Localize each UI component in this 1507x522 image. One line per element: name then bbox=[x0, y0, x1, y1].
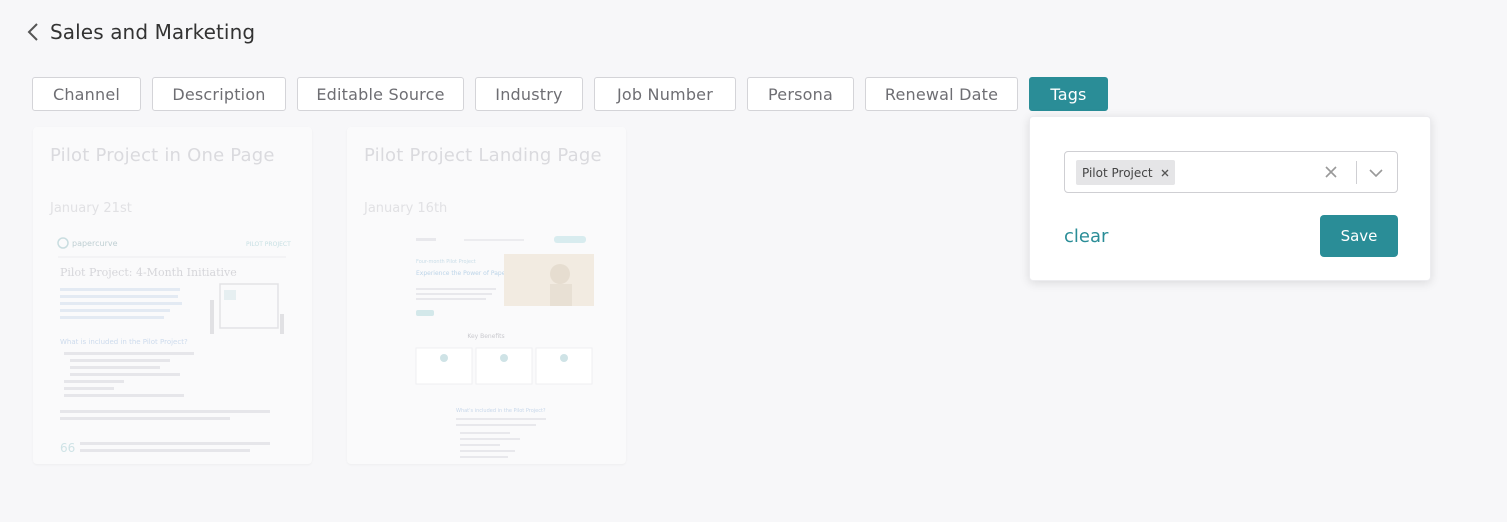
card-thumbnail: Four-month Pilot Project Experience the … bbox=[364, 230, 608, 460]
close-icon bbox=[1325, 166, 1337, 178]
thumb-heading: Pilot Project: 4-Month Initiative bbox=[60, 266, 237, 279]
card-thumbnail: papercurve PILOT PROJECT Pilot Project: … bbox=[50, 230, 294, 460]
tags-multiselect[interactable]: Pilot Project bbox=[1064, 151, 1398, 193]
chevron-left-icon bbox=[27, 23, 38, 41]
filter-bar: Channel Description Editable Source Indu… bbox=[32, 77, 1119, 111]
chevron-down-icon bbox=[1369, 169, 1383, 177]
back-button[interactable] bbox=[24, 18, 42, 46]
content-card[interactable]: Pilot Project Landing Page January 16th … bbox=[347, 127, 626, 464]
card-date: January 21st bbox=[50, 201, 132, 216]
tag-chip-label: Pilot Project bbox=[1082, 165, 1153, 180]
thumb-eyebrow: Four-month Pilot Project bbox=[416, 259, 476, 265]
filter-channel[interactable]: Channel bbox=[32, 77, 141, 111]
divider bbox=[1356, 161, 1357, 184]
chip-remove-button[interactable] bbox=[1161, 166, 1169, 180]
svg-text:66: 66 bbox=[60, 441, 75, 455]
card-title: Pilot Project in One Page bbox=[50, 145, 275, 166]
filter-job-number[interactable]: Job Number bbox=[594, 77, 736, 111]
filter-persona[interactable]: Persona bbox=[747, 77, 854, 111]
thumb-benefits: Key Benefits bbox=[467, 333, 504, 340]
thumb-section: What is included in the Pilot Project? bbox=[60, 338, 188, 346]
tags-filter-popover: Pilot Project clear Save bbox=[1029, 116, 1431, 281]
content-card[interactable]: Pilot Project in One Page January 21st p… bbox=[33, 127, 312, 464]
page-title: Sales and Marketing bbox=[50, 20, 256, 44]
filter-renewal-date[interactable]: Renewal Date bbox=[865, 77, 1018, 111]
tag-chip: Pilot Project bbox=[1076, 160, 1175, 185]
filter-industry[interactable]: Industry bbox=[475, 77, 583, 111]
dropdown-toggle[interactable] bbox=[1365, 162, 1387, 184]
card-date: January 16th bbox=[364, 201, 448, 216]
card-title: Pilot Project Landing Page bbox=[364, 145, 602, 166]
page-header: Sales and Marketing bbox=[24, 18, 255, 46]
filter-tags[interactable]: Tags bbox=[1029, 77, 1108, 111]
save-button[interactable]: Save bbox=[1320, 215, 1398, 257]
close-icon bbox=[1161, 169, 1169, 176]
filter-description[interactable]: Description bbox=[152, 77, 286, 111]
thumb-tag: PILOT PROJECT bbox=[246, 241, 291, 248]
clear-link[interactable]: clear bbox=[1064, 226, 1108, 247]
thumb-section: What's included in the Pilot Project? bbox=[456, 408, 546, 414]
clear-selection-button[interactable] bbox=[1321, 162, 1341, 182]
filter-editable-source[interactable]: Editable Source bbox=[297, 77, 464, 111]
thumb-brand: papercurve bbox=[72, 239, 118, 248]
